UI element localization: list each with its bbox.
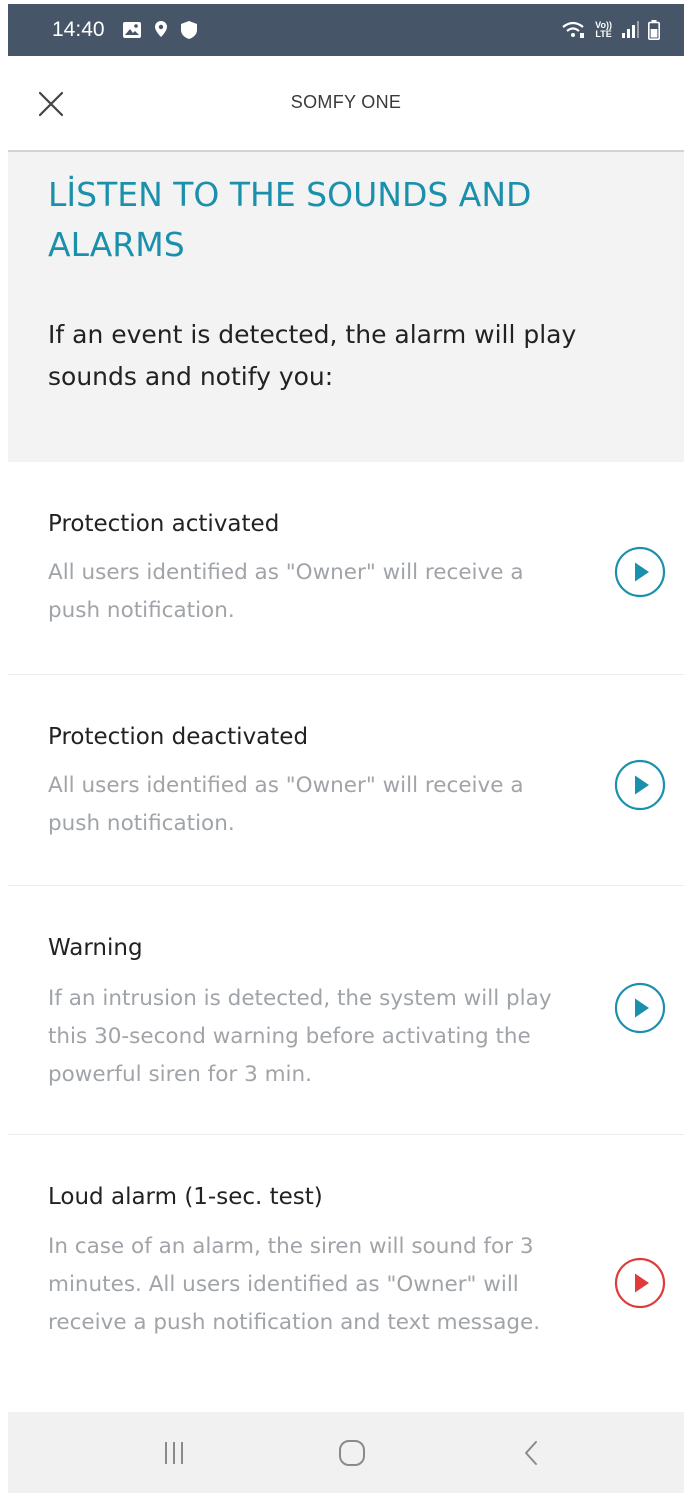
back-icon — [525, 1441, 537, 1465]
location-icon — [155, 21, 167, 37]
play-icon — [614, 982, 666, 1034]
volte-icon: Vo)) LTE — [595, 21, 612, 39]
app-header: SOMFY ONE — [8, 56, 684, 152]
sound-item-protection-deactivated: Protection deactivated All users identif… — [8, 675, 684, 886]
volte-bottom-label: LTE — [595, 29, 612, 39]
play-button-protection-deactivated[interactable] — [614, 759, 666, 811]
recent-apps-icon — [165, 1442, 183, 1464]
recent-apps-button[interactable] — [154, 1436, 194, 1470]
play-icon — [614, 546, 666, 598]
sound-item-title: Warning — [48, 935, 143, 961]
sound-item-description: All users identified as "Owner" will rec… — [48, 560, 524, 623]
status-bar: 14:40 Vo)) LTE — [8, 4, 684, 56]
shield-icon — [181, 21, 197, 39]
signal-icon — [622, 21, 639, 38]
status-system-icons: Vo)) LTE — [561, 19, 660, 41]
play-button-warning[interactable] — [614, 982, 666, 1034]
wifi-calling-icon — [562, 21, 585, 38]
home-button[interactable] — [332, 1436, 372, 1470]
sound-item-description: If an intrusion is detected, the system … — [48, 986, 552, 1087]
play-button-protection-activated[interactable] — [614, 546, 666, 598]
app-screen: 14:40 Vo)) LTE SOMFY ONE LİSTEN TO THE S… — [0, 0, 684, 1493]
home-icon — [339, 1440, 365, 1466]
app-title: SOMFY ONE — [290, 92, 402, 112]
battery-icon — [648, 20, 660, 40]
intro-description: If an event is detected, the alarm will … — [48, 320, 577, 391]
sound-item-description: In case of an alarm, the siren will soun… — [48, 1234, 541, 1335]
play-icon — [614, 759, 666, 811]
navigation-bar — [8, 1412, 684, 1493]
status-time: 14:40 — [52, 18, 105, 41]
play-icon — [614, 1257, 666, 1309]
status-notification-icons — [122, 19, 198, 41]
sound-item-title: Protection activated — [48, 511, 280, 537]
intro-section: LİSTEN TO THE SOUNDS AND ALARMS If an ev… — [8, 152, 684, 462]
sound-item-protection-activated: Protection activated All users identifie… — [8, 462, 684, 675]
gallery-icon — [123, 22, 141, 38]
sound-item-description: All users identified as "Owner" will rec… — [48, 773, 524, 836]
sound-item-title: Protection deactivated — [48, 724, 309, 750]
page-title: LİSTEN TO THE SOUNDS AND ALARMS — [48, 175, 532, 264]
sound-item-warning: Warning If an intrusion is detected, the… — [8, 886, 684, 1135]
play-button-loud-alarm[interactable] — [614, 1257, 666, 1309]
sound-item-title: Loud alarm (1-sec. test) — [48, 1184, 323, 1210]
back-button[interactable] — [512, 1436, 552, 1470]
sound-item-loud-alarm: Loud alarm (1-sec. test) In case of an a… — [8, 1135, 684, 1412]
